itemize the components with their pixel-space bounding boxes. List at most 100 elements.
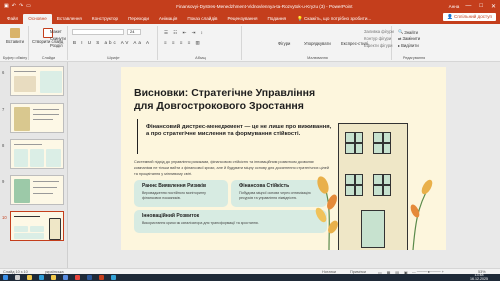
- slide-editor: Висновки: Стратегічне Управління для Дов…: [68, 62, 500, 268]
- building-illustration: [338, 123, 408, 250]
- powerpoint-icon[interactable]: [99, 275, 104, 280]
- clock-date: 16.12.2025: [470, 276, 488, 281]
- shape-fill-button[interactable]: Заливка фігури: [364, 29, 394, 34]
- taskbar: 13:48 16.12.2025: [0, 273, 500, 281]
- word-icon[interactable]: [87, 275, 92, 280]
- thumbnail-number: 6: [2, 70, 5, 75]
- slide-thumbnail-7[interactable]: [10, 103, 64, 133]
- font-size-select[interactable]: 24: [127, 29, 141, 35]
- shape-outline-button[interactable]: Контур фігури: [364, 36, 391, 41]
- drawing-group-label: Малювання: [307, 56, 328, 60]
- folder-icon[interactable]: [51, 275, 56, 280]
- card-title: Фінансова Стійкість: [239, 183, 290, 189]
- tab-design[interactable]: Конструктор: [87, 14, 123, 24]
- notes-button[interactable]: Нотатки: [322, 270, 336, 274]
- edge-icon[interactable]: [39, 275, 44, 280]
- replace-button[interactable]: ⇄ Замінити: [398, 36, 420, 41]
- slide-thumbnail-10[interactable]: [10, 211, 64, 241]
- section-button[interactable]: Розділ: [50, 43, 63, 48]
- slide-quote[interactable]: Фінансовий дистрес-менеджмент — це не ли…: [137, 119, 333, 154]
- slide-thumbnails-panel[interactable]: 6 7 8 9 10: [0, 62, 68, 268]
- select-button[interactable]: ▸ Виділити: [398, 43, 419, 48]
- list-buttons[interactable]: ☰ ☷ ⇤ ⇥ ↕: [164, 30, 205, 36]
- reset-label: Скинути: [50, 36, 66, 41]
- slide-title[interactable]: Висновки: Стратегічне Управління для Дов…: [134, 87, 324, 112]
- shape-outline-label: Контур фігури: [364, 36, 392, 41]
- card-innovative-development[interactable]: Інноваційний Розвиток Використання кризи…: [134, 210, 327, 233]
- tab-transitions[interactable]: Переходи: [123, 14, 154, 24]
- window-illustration: [373, 132, 391, 154]
- zoom-slider[interactable]: — ────●──── +: [412, 270, 444, 274]
- present-icon[interactable]: ▭: [26, 3, 31, 9]
- font-name-select[interactable]: [72, 29, 124, 35]
- layout-button[interactable]: Макет: [50, 29, 62, 34]
- tab-animations[interactable]: Анімація: [154, 14, 182, 24]
- arrange-button[interactable]: Упорядкувати: [304, 41, 331, 46]
- slides-group-label: Слайди: [41, 56, 56, 60]
- font-group-label: Шрифт: [107, 56, 120, 60]
- taskbar-clock[interactable]: 13:48 16.12.2025: [470, 273, 488, 281]
- paragraph-group-label: Абзац: [195, 56, 206, 60]
- shape-fill-label: Заливка фігури: [364, 29, 394, 34]
- paste-button[interactable]: Вставити: [6, 28, 24, 44]
- font-group: 24 B I U S abc AV Aa A Шрифт: [70, 26, 158, 60]
- find-button[interactable]: 🔍 Знайти: [398, 29, 418, 35]
- paragraph-group: ☰ ☷ ⇤ ⇥ ↕ ≡ ≡ ≡ ≡ ▥ Абзац: [160, 26, 242, 60]
- layout-label: Макет: [50, 29, 62, 34]
- tab-insert[interactable]: Вставлення: [52, 14, 87, 24]
- explorer-icon[interactable]: [27, 275, 32, 280]
- slide-thumbnail-8[interactable]: [10, 139, 64, 169]
- minimize-button[interactable]: —: [465, 3, 471, 10]
- card-text: Побудова міцної основи через оптимізацію…: [239, 191, 311, 200]
- redo-icon[interactable]: ↷: [19, 3, 23, 9]
- window-illustration: [345, 174, 363, 196]
- tab-home[interactable]: Основне: [23, 14, 52, 24]
- window-illustration: [345, 132, 363, 154]
- tab-slideshow[interactable]: Показ слайдів: [182, 14, 222, 24]
- slide-body-text[interactable]: Системний підхід до управління ризиками,…: [134, 160, 332, 177]
- close-button[interactable]: ✕: [491, 3, 496, 10]
- tab-review[interactable]: Рецензування: [223, 14, 263, 24]
- card-title: Інноваційний Розвиток: [142, 213, 200, 219]
- plant-illustration: [315, 176, 338, 250]
- align-buttons[interactable]: ≡ ≡ ≡ ≡ ▥: [164, 40, 202, 46]
- replace-label: Замінити: [402, 36, 421, 41]
- paste-icon: [9, 28, 20, 38]
- door-illustration: [361, 210, 385, 248]
- save-icon[interactable]: ▣: [4, 3, 9, 9]
- share-label: Сплільний доступ: [454, 14, 492, 19]
- card-text: Впровадження постійного моніторингу фіна…: [142, 191, 206, 200]
- chrome-icon[interactable]: [75, 275, 80, 280]
- leaf-illustration: [410, 179, 433, 250]
- user-name[interactable]: Анна: [449, 4, 466, 9]
- tab-view[interactable]: Подання: [262, 14, 291, 24]
- section-label: Розділ: [50, 43, 63, 48]
- clipboard-group-label: Буфер обміну: [2, 56, 28, 60]
- telegram-icon[interactable]: [111, 275, 116, 280]
- maximize-button[interactable]: □: [479, 3, 483, 10]
- select-label: Виділити: [401, 43, 419, 48]
- slide-thumbnail-6[interactable]: [10, 66, 64, 96]
- font-format-buttons[interactable]: B I U S abc AV Aa A: [73, 40, 151, 45]
- windows-icon[interactable]: [3, 275, 8, 280]
- tab-file[interactable]: Файл: [2, 14, 23, 24]
- current-slide[interactable]: Висновки: Стратегічне Управління для Дов…: [121, 67, 446, 250]
- shapes-button[interactable]: Фігури: [278, 41, 290, 46]
- reset-button[interactable]: Скинути: [50, 36, 66, 41]
- share-button[interactable]: 👤 Сплільний доступ: [443, 13, 496, 21]
- language-indicator[interactable]: українська: [45, 270, 64, 274]
- editing-group: 🔍 Знайти ⇄ Замінити ▸ Виділити Редагування: [394, 26, 434, 60]
- undo-icon[interactable]: ↶: [12, 3, 16, 9]
- card-text: Використання кризи як каталізатора для т…: [142, 221, 259, 225]
- store-icon[interactable]: [63, 275, 68, 280]
- comments-button[interactable]: Примітки: [350, 270, 366, 274]
- card-risk-detection[interactable]: Раннє Виявлення Ризиків Впровадження пос…: [134, 180, 228, 207]
- ribbon-tabs: Файл Основне Вставлення Конструктор Пере…: [0, 12, 500, 24]
- thumbnail-number: 10: [2, 215, 7, 220]
- shape-effects-button[interactable]: Ефекти фігури: [364, 43, 393, 48]
- shape-effects-label: Ефекти фігури: [364, 43, 393, 48]
- thumbnail-number: 8: [2, 143, 5, 148]
- tell-me-search[interactable]: 💡 Скажіть, що потрібно зробити...: [291, 14, 371, 24]
- search-icon[interactable]: [15, 275, 20, 280]
- slide-thumbnail-9[interactable]: [10, 175, 64, 205]
